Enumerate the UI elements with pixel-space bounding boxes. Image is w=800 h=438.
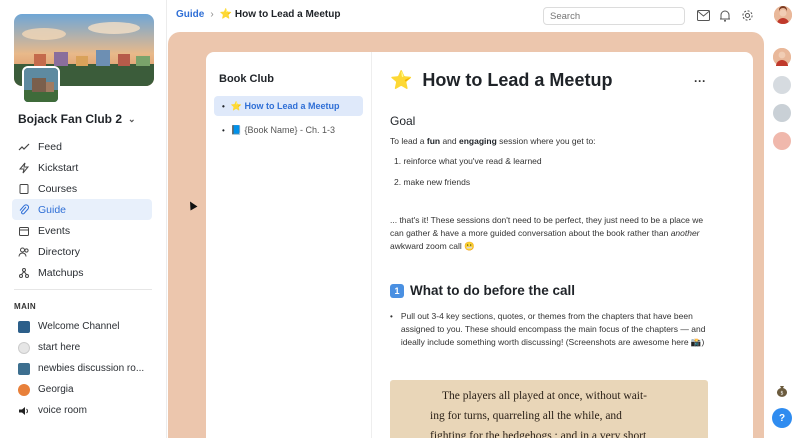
club-avatar[interactable]	[22, 66, 60, 104]
channel-item-start-here[interactable]: start here	[12, 337, 152, 358]
bullet-text: Pull out 3-4 key sections, quotes, or th…	[400, 311, 706, 347]
sidebar-item-guide[interactable]: Guide	[12, 199, 152, 220]
section-label-main: MAIN	[14, 302, 37, 311]
section-heading-text: What to do before the call	[410, 283, 576, 298]
chevron-right-icon: ›	[210, 9, 214, 20]
book-icon	[18, 183, 30, 195]
sidebar-item-label: Guide	[38, 203, 67, 216]
toc-item-label: 📘 {Book Name} - Ch. 1-3	[230, 124, 336, 135]
paperclip-icon	[18, 203, 30, 216]
channel-item-welcome[interactable]: Welcome Channel	[12, 316, 152, 337]
channel-label: Georgia	[38, 384, 74, 395]
book-line: fighting for the hedgehogs ; and in a ve…	[430, 430, 647, 438]
member-avatar[interactable]	[773, 132, 791, 150]
mail-icon[interactable]	[696, 8, 710, 22]
channel-item-georgia[interactable]: Georgia	[12, 379, 152, 400]
people-icon	[18, 246, 30, 258]
section-heading-before-call: 1 What to do before the call	[390, 283, 575, 298]
sidebar-item-label: Events	[38, 224, 71, 237]
channel-list: Welcome Channel start here newbies discu…	[12, 316, 152, 421]
speaker-icon	[18, 405, 30, 417]
left-sidebar: Bojack Fan Club 2 ⌄ Feed Kickstart Cours…	[0, 0, 167, 438]
money-bag-icon[interactable]: $	[772, 380, 792, 400]
sidebar-item-label: Courses	[38, 182, 78, 195]
bell-icon[interactable]	[718, 8, 732, 22]
toc-item-book-name[interactable]: • 📘 {Book Name} - Ch. 1-3	[214, 120, 363, 140]
user-avatar[interactable]	[774, 6, 792, 24]
body-paragraph: ... that's it! These sessions don't need…	[390, 215, 704, 251]
more-options-icon[interactable]: ···	[694, 74, 706, 88]
club-switcher[interactable]: Bojack Fan Club 2 ⌄	[18, 112, 136, 126]
club-name: Bojack Fan Club 2	[18, 112, 123, 126]
sidebar-nav: Feed Kickstart Courses Guide Events Dire…	[12, 136, 152, 283]
member-avatar[interactable]	[773, 48, 791, 66]
sidebar-item-label: Kickstart	[38, 161, 79, 174]
toc-item-how-to-lead[interactable]: • ⭐ How to Lead a Meetup	[214, 96, 363, 116]
channel-label: newbies discussion ro...	[38, 363, 145, 374]
book-line: ing for turns, quarreling all the while,…	[430, 410, 622, 422]
trending-icon	[18, 141, 30, 153]
member-avatar[interactable]	[773, 104, 791, 122]
channel-item-newbies[interactable]: newbies discussion ro...	[12, 358, 152, 379]
peach-icon	[18, 383, 30, 396]
table-of-contents: Book Club • ⭐ How to Lead a Meetup • 📘 {…	[206, 52, 372, 438]
sidebar-item-courses[interactable]: Courses	[12, 178, 152, 199]
circle-icon	[18, 341, 30, 354]
toc-title: Book Club	[219, 73, 274, 85]
channel-emoji-icon	[18, 362, 30, 375]
network-icon	[18, 267, 30, 279]
calendar-icon	[18, 225, 30, 237]
list-item: 2. make new friends	[394, 177, 471, 187]
star-icon: ⭐	[390, 70, 413, 90]
chevron-down-icon: ⌄	[128, 113, 136, 124]
gear-icon[interactable]	[740, 8, 754, 22]
channel-label: start here	[38, 342, 81, 353]
top-bar: Guide › ⭐ How to Lead a Meetup	[168, 0, 792, 32]
book-screenshot: The players all played at once, without …	[390, 380, 708, 438]
sidebar-item-directory[interactable]: Directory	[12, 241, 152, 262]
book-line: The players all played at once, without …	[442, 390, 648, 402]
page-title-text: How to Lead a Meetup	[422, 70, 613, 90]
list-item: • Pull out 3-4 key sections, quotes, or …	[390, 310, 712, 349]
channel-item-voice-room[interactable]: voice room	[12, 400, 152, 421]
member-avatar[interactable]	[773, 76, 791, 94]
goal-list: 1. reinforce what you've read & learned …	[390, 156, 542, 198]
sidebar-item-label: Feed	[38, 140, 62, 153]
search-input[interactable]	[543, 7, 685, 25]
page-title: ⭐ How to Lead a Meetup	[390, 70, 612, 91]
svg-text:$: $	[780, 391, 783, 397]
channel-label: voice room	[38, 405, 87, 416]
bullet-icon: •	[222, 125, 225, 135]
toc-item-label: ⭐ How to Lead a Meetup	[230, 100, 340, 111]
sidebar-item-matchups[interactable]: Matchups	[12, 262, 152, 283]
sidebar-divider	[14, 289, 152, 290]
channel-emoji-icon	[18, 320, 30, 333]
sidebar-item-label: Matchups	[38, 266, 84, 279]
breadcrumb-root[interactable]: Guide	[176, 9, 204, 20]
breadcrumb: Guide › ⭐ How to Lead a Meetup	[176, 9, 340, 20]
sidebar-item-label: Directory	[38, 245, 81, 258]
breadcrumb-current: ⭐ How to Lead a Meetup	[219, 9, 341, 20]
keycap-one-icon: 1	[390, 283, 404, 298]
intro-paragraph: To lead a fun and engaging session where…	[390, 136, 596, 146]
sidebar-item-events[interactable]: Events	[12, 220, 152, 241]
section-heading-goal: Goal	[390, 114, 416, 128]
bolt-icon	[18, 162, 30, 174]
sidebar-item-kickstart[interactable]: Kickstart	[12, 157, 152, 178]
sidebar-item-feed[interactable]: Feed	[12, 136, 152, 157]
list-item: 1. reinforce what you've read & learned	[394, 156, 542, 166]
channel-label: Welcome Channel	[38, 321, 120, 332]
document-card: Book Club • ⭐ How to Lead a Meetup • 📘 {…	[206, 52, 753, 438]
right-rail: $ ?	[764, 32, 800, 438]
bullet-icon: •	[390, 312, 393, 321]
help-icon[interactable]: ?	[772, 408, 792, 428]
bullet-icon: •	[222, 101, 225, 111]
